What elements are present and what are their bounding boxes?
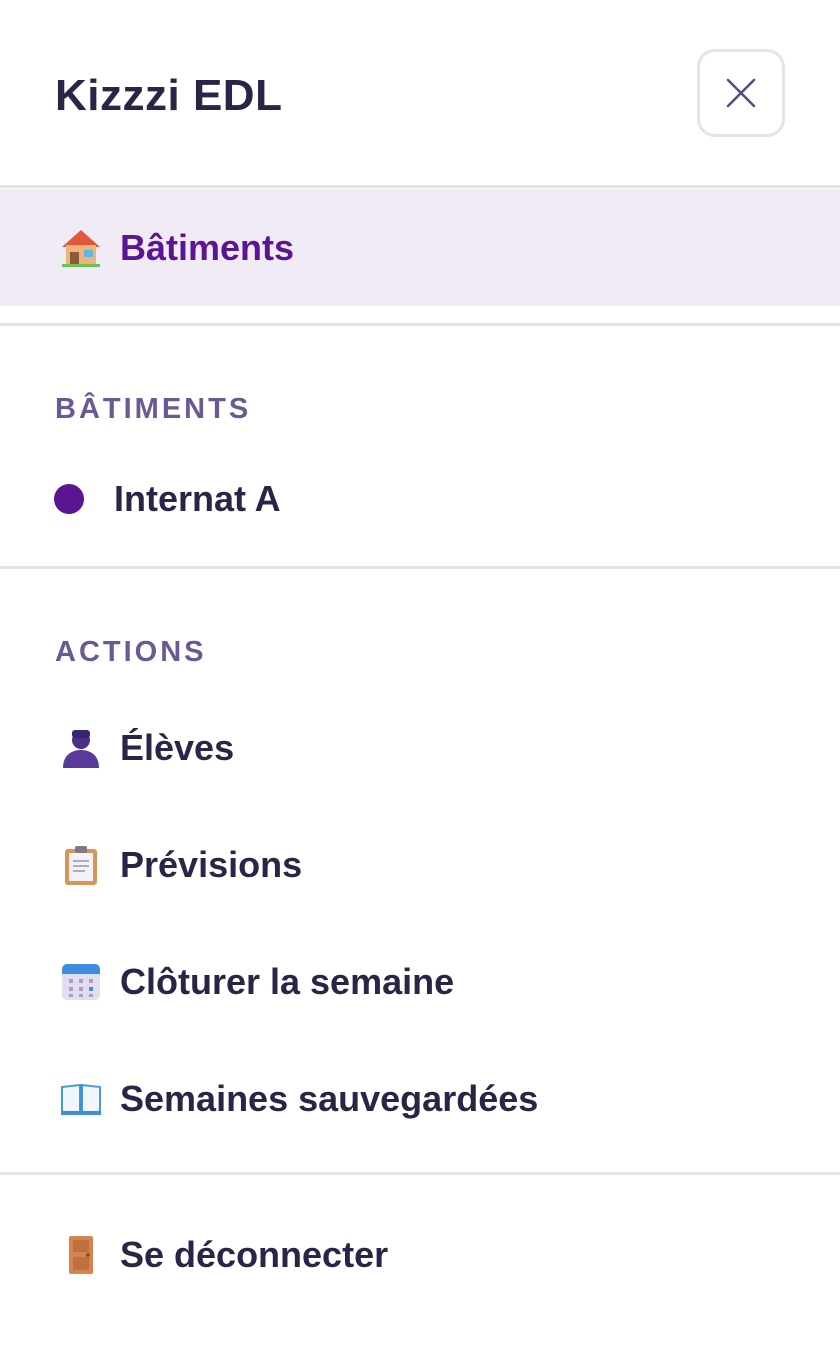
clipboard-icon: [60, 844, 102, 886]
divider: [0, 1172, 840, 1175]
action-label: Semaines sauvegardées: [120, 1078, 539, 1119]
building-label: Internat A: [114, 478, 281, 519]
open-book-icon: [60, 1078, 102, 1120]
calendar-icon: [60, 961, 102, 1003]
action-label: Élèves: [120, 727, 235, 768]
door-icon: [60, 1234, 102, 1276]
nav-item-batiments[interactable]: Bâtiments: [0, 189, 840, 306]
close-button[interactable]: [697, 49, 785, 137]
student-icon: [60, 727, 102, 769]
action-eleves[interactable]: Élèves: [60, 718, 780, 778]
divider: [0, 566, 840, 569]
logout-button[interactable]: Se déconnecter: [60, 1225, 780, 1285]
divider: [0, 323, 840, 326]
action-previsions[interactable]: Prévisions: [60, 835, 780, 895]
divider: [0, 185, 840, 188]
nav-item-label: Bâtiments: [120, 226, 295, 268]
house-icon: [60, 227, 102, 269]
building-item-internat-a[interactable]: Internat A: [54, 472, 774, 526]
logout-label: Se déconnecter: [120, 1234, 389, 1275]
sidebar-header: Kizzzi EDL: [0, 0, 840, 186]
section-title-actions: ACTIONS: [55, 636, 207, 668]
close-icon: [720, 72, 762, 114]
section-title-batiments: BÂTIMENTS: [55, 393, 252, 425]
app-title: Kizzzi EDL: [55, 71, 283, 120]
action-semaines-sauvegardees[interactable]: Semaines sauvegardées: [60, 1069, 780, 1129]
action-cloturer-la-semaine[interactable]: Clôturer la semaine: [60, 952, 780, 1012]
building-dot: [54, 484, 84, 514]
action-label: Prévisions: [120, 844, 303, 885]
action-label: Clôturer la semaine: [120, 961, 455, 1002]
